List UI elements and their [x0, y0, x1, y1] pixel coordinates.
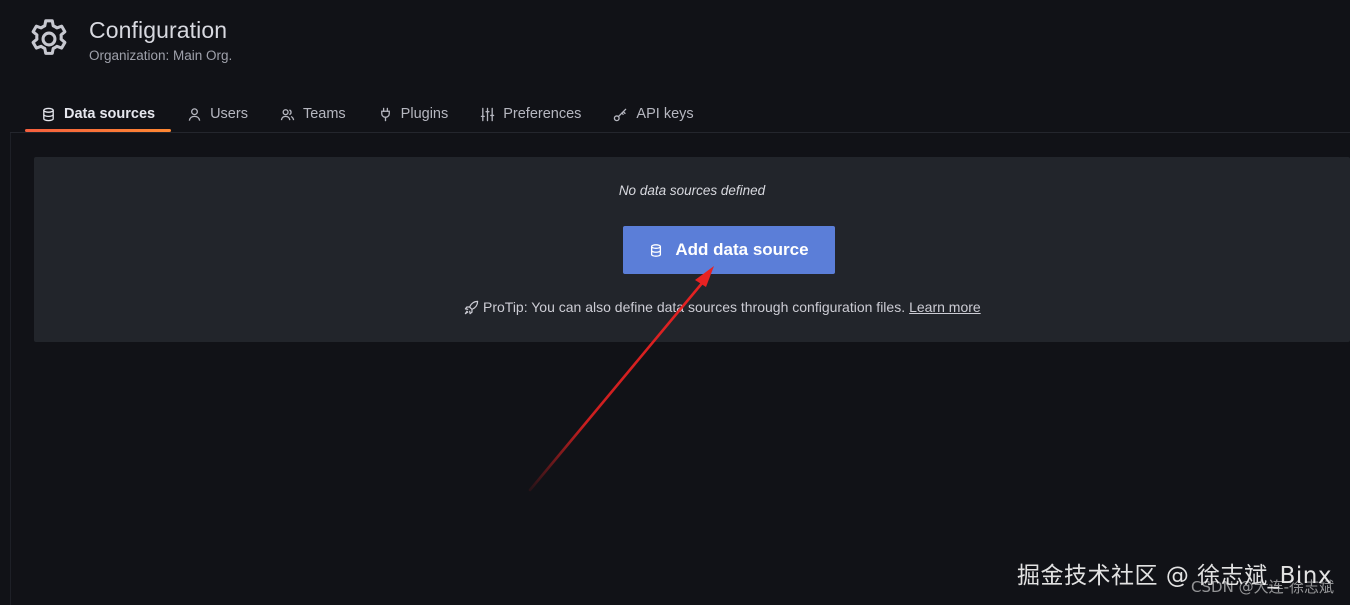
tab-plugins[interactable]: Plugins: [362, 98, 465, 130]
page: Configuration Organization: Main Org. Da…: [0, 0, 1350, 605]
tab-label: Users: [210, 106, 248, 122]
tab-label: API keys: [636, 106, 694, 122]
user-icon: [188, 107, 201, 121]
tab-preferences[interactable]: Preferences: [464, 98, 597, 130]
tab-data-sources[interactable]: Data sources: [25, 98, 172, 132]
tab-label: Plugins: [400, 106, 449, 122]
learn-more-link[interactable]: Learn more: [909, 299, 981, 315]
key-icon: [614, 108, 627, 121]
database-icon: [43, 107, 54, 121]
page-subtitle: Organization: Main Org.: [89, 48, 233, 63]
add-data-source-button[interactable]: Add data source: [623, 226, 835, 274]
tab-label: Preferences: [503, 106, 582, 122]
database-icon: [651, 243, 662, 257]
page-title: Configuration: [89, 17, 228, 43]
page-header: Configuration Organization: Main Org. Da…: [0, 0, 1350, 132]
empty-state-panel: No data sources defined Add data source …: [34, 157, 1350, 342]
tab-users[interactable]: Users: [171, 98, 264, 130]
tab-api-keys[interactable]: API keys: [597, 98, 709, 130]
users-icon: [280, 108, 295, 120]
add-data-source-label: Add data source: [675, 240, 809, 259]
gear-icon: [31, 19, 67, 55]
tab-teams[interactable]: Teams: [264, 98, 362, 130]
tab-label: Teams: [302, 106, 346, 122]
protip-text: ProTip: You can also define data sources…: [483, 299, 906, 315]
empty-state-message: No data sources defined: [618, 183, 766, 198]
watermark-sub: CSDN @大连-徐志斌: [1191, 578, 1334, 596]
plug-icon: [380, 107, 390, 121]
protip: ProTip: You can also define data sources…: [464, 299, 981, 315]
rocket-icon: [464, 300, 479, 314]
tab-label: Data sources: [64, 106, 156, 122]
tab-bar: Data sources Users Teams Plugins Prefere…: [25, 98, 710, 132]
sliders-icon: [480, 107, 495, 121]
